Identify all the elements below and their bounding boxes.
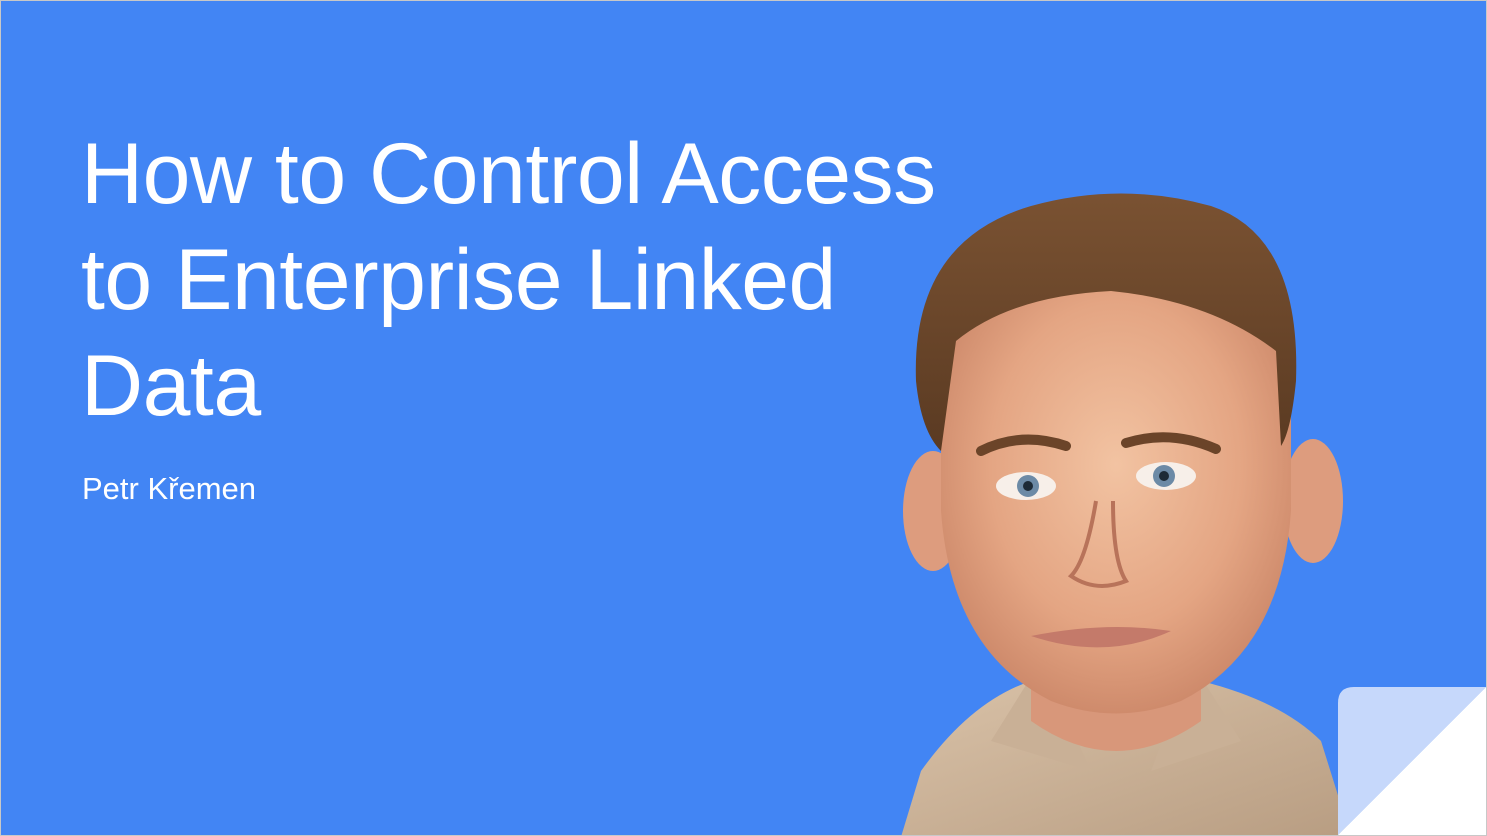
title-slide: How to Control Access to Enterprise Link… [0, 0, 1487, 836]
slide-title-line-2: to Enterprise Linked [81, 232, 836, 328]
slide-title: How to Control Access to Enterprise Link… [81, 121, 1021, 439]
slide-title-line-1: How to Control Access [81, 126, 936, 222]
author-portrait [901, 193, 1351, 835]
slide-author: Petr Křemen [82, 471, 257, 506]
portrait-right-ear [1283, 439, 1343, 563]
slide-title-line-3: Data [81, 338, 261, 434]
page-curl-corner [1338, 687, 1486, 835]
